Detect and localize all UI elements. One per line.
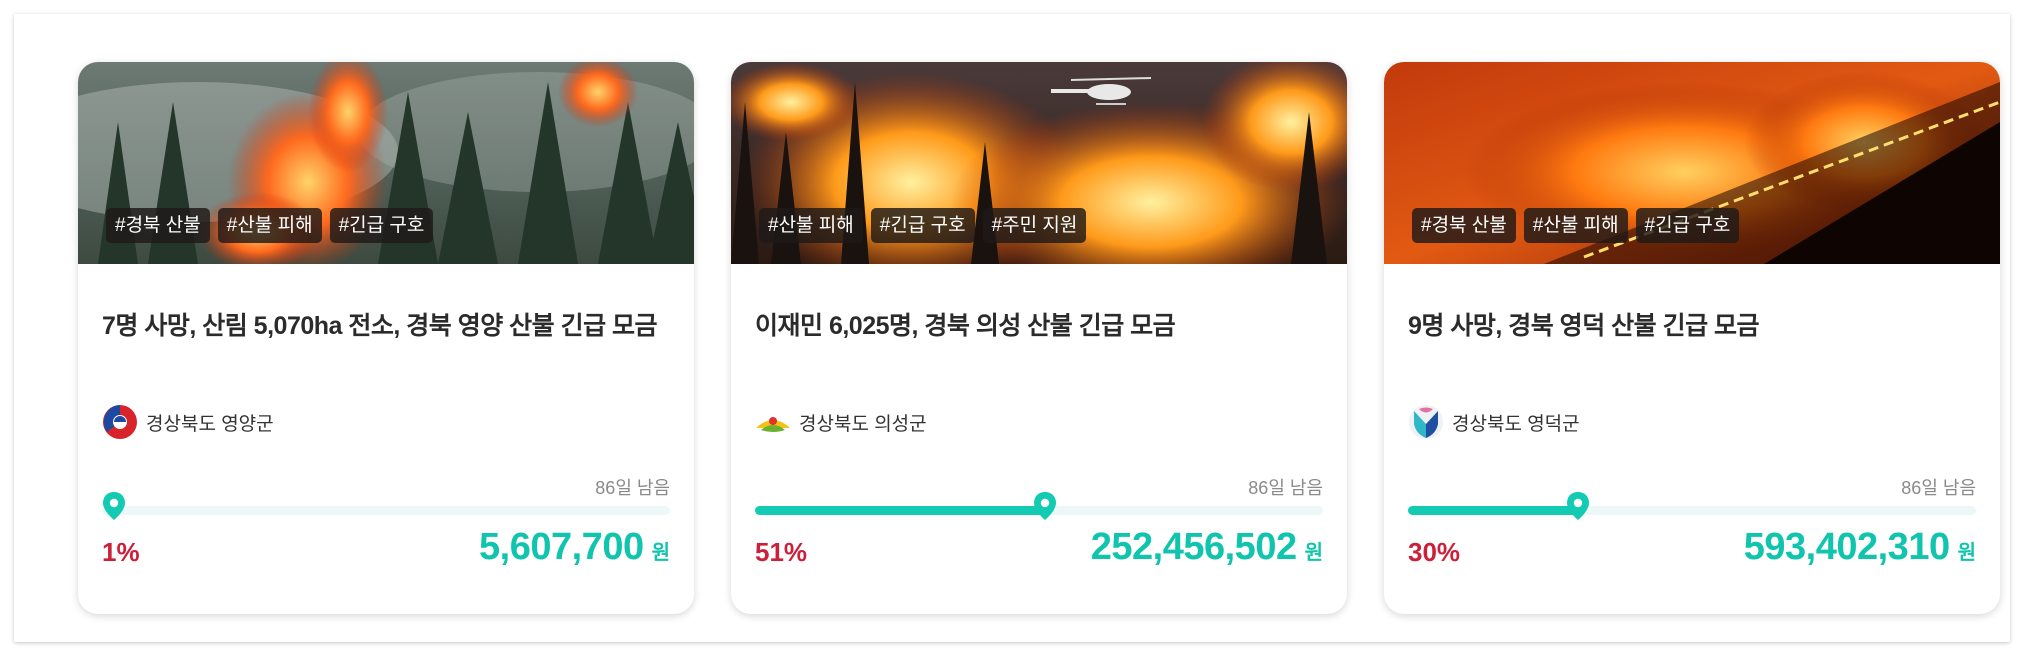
organization: 경상북도 의성군 (755, 404, 927, 440)
hashtag[interactable]: #산불 피해 (217, 208, 322, 243)
hashtag[interactable]: #긴급 구호 (329, 208, 434, 243)
days-left: 86일 남음 (1901, 478, 1976, 498)
progress-fill (1408, 506, 1579, 515)
raised-amount: 5,607,700 원 (479, 526, 670, 569)
campaign-card[interactable]: #산불 피해 #긴급 구호 #주민 지원 이재민 6,025명, 경북 의성 산… (731, 62, 1347, 614)
yeongyang-logo-icon (103, 405, 137, 439)
hashtag[interactable]: #주민 지원 (982, 208, 1087, 243)
progress-percent: 1% (102, 537, 140, 567)
fundraising-panel: #경북 산불 #산불 피해 #긴급 구호 7명 사망, 산림 5,070ha 전… (14, 14, 2010, 642)
progress-fill (755, 506, 1045, 515)
campaign-title[interactable]: 이재민 6,025명, 경북 의성 산불 긴급 모금 (755, 306, 1325, 342)
uiseong-logo-icon (756, 417, 790, 432)
tag-list: #경북 산불 #산불 피해 #긴급 구호 (106, 208, 434, 243)
organization-name: 경상북도 의성군 (799, 413, 927, 435)
progress-bar (755, 492, 1323, 520)
hashtag[interactable]: #경북 산불 (106, 208, 210, 243)
organization: 경상북도 영덕군 (1408, 404, 1580, 440)
organization-name: 경상북도 영양군 (146, 413, 274, 435)
map-pin-icon (1033, 492, 1056, 520)
currency-unit: 원 (1304, 542, 1323, 564)
hashtag[interactable]: #산불 피해 (759, 208, 863, 243)
campaign-card[interactable]: #경북 산불 #산불 피해 #긴급 구호 9명 사망, 경북 영덕 산불 긴급 … (1384, 62, 2000, 614)
progress-bar (1408, 492, 1976, 520)
hashtag[interactable]: #긴급 구호 (1635, 208, 1740, 243)
amount-value: 252,456,502 (1090, 526, 1297, 568)
tag-list: #경북 산불 #산불 피해 #긴급 구호 (1412, 208, 1740, 243)
days-left: 86일 남음 (1248, 478, 1323, 498)
progress-bar (102, 492, 670, 520)
campaign-card[interactable]: #경북 산불 #산불 피해 #긴급 구호 7명 사망, 산림 5,070ha 전… (78, 62, 694, 614)
raised-amount: 593,402,310 원 (1744, 526, 1976, 569)
hashtag[interactable]: #긴급 구호 (870, 208, 975, 243)
hashtag[interactable]: #경북 산불 (1412, 208, 1516, 243)
yeongdeok-logo-icon (1409, 405, 1443, 439)
days-left: 86일 남음 (595, 478, 670, 498)
amount-value: 593,402,310 (1743, 526, 1950, 568)
raised-amount: 252,456,502 원 (1091, 526, 1323, 569)
amount-value: 5,607,700 (479, 526, 644, 568)
progress-percent: 51% (755, 537, 808, 567)
campaign-image[interactable]: #경북 산불 #산불 피해 #긴급 구호 (1384, 62, 2000, 264)
progress-percent: 30% (1408, 537, 1461, 567)
campaign-image[interactable]: #산불 피해 #긴급 구호 #주민 지원 (731, 62, 1347, 264)
organization-name: 경상북도 영덕군 (1452, 413, 1580, 435)
currency-unit: 원 (651, 542, 670, 564)
map-pin-icon (1567, 492, 1590, 520)
hashtag[interactable]: #산불 피해 (1523, 208, 1628, 243)
map-pin-icon (103, 492, 125, 520)
currency-unit: 원 (1957, 542, 1976, 564)
campaign-title[interactable]: 9명 사망, 경북 영덕 산불 긴급 모금 (1408, 306, 1978, 342)
tag-list: #산불 피해 #긴급 구호 #주민 지원 (759, 208, 1087, 243)
organization: 경상북도 영양군 (102, 404, 274, 440)
campaign-title[interactable]: 7명 사망, 산림 5,070ha 전소, 경북 영양 산불 긴급 모금 (102, 306, 672, 342)
campaign-image[interactable]: #경북 산불 #산불 피해 #긴급 구호 (78, 62, 694, 264)
